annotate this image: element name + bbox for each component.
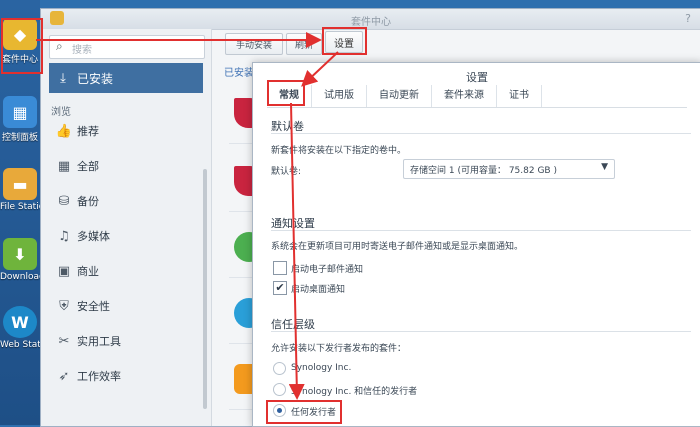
desktop-icon-label: File Station [0,202,50,212]
dialog-tabs: 常规 试用版 自动更新 套件来源 证书 [267,85,687,108]
control-panel-icon: ▦ [3,96,37,128]
sidebar-item-security[interactable]: ⛨ 安全性 [51,296,201,316]
tools-icon: ✂ [58,333,70,349]
default-volume-select[interactable]: 存储空间 1 (可用容量： 75.82 GB ) ▼ [403,159,615,179]
radio-label-synology-only: Synology Inc. [291,363,352,373]
download-icon: ⬇ [3,238,37,270]
desktop-icon-label: Download Station [0,272,80,282]
sidebar-item-recommended[interactable]: 👍 推荐 [51,121,201,141]
dialog-title: 设置 [466,71,488,84]
email-notification-checkbox[interactable] [273,261,287,275]
grid-icon: ▦ [57,158,71,174]
default-volume-value: 存储空间 1 (可用容量： 75.82 GB ) [410,166,557,176]
sidebar-item-label: 商业 [77,265,99,278]
desktop-icon-file-station[interactable]: ▬ File Station [0,168,50,212]
window-title: 套件中心 [351,17,391,28]
notification-desc: 系统会在更新项目可用时寄送电子邮件通知或是显示桌面通知。 [271,242,524,252]
email-notification-label: 启动电子邮件通知 [291,265,364,275]
globe-icon: W [3,306,37,338]
sidebar-item-label: 全部 [77,160,99,173]
highlight-general-tab [267,80,305,106]
highlight-settings-button [322,27,367,55]
desktop-icon-download-station[interactable]: ⬇ Download Station [0,238,80,282]
settings-dialog: 设置 常规 试用版 自动更新 套件来源 证书 默认卷 新套件将安装在以下指定的卷… [252,62,700,427]
sidebar-item-label: 实用工具 [77,335,121,348]
sidebar-item-utilities[interactable]: ✂ 实用工具 [51,331,201,351]
thumbs-up-icon: 👍 [55,123,73,139]
sidebar-item-business[interactable]: ▣ 商业 [51,261,201,281]
download-icon: ⤓ [60,70,66,86]
radio-synology-only[interactable] [273,362,286,375]
window-titlebar[interactable]: 套件中心 ? [41,9,700,30]
sidebar-item-productivity[interactable]: ➶ 工作效率 [51,366,201,386]
search-placeholder: 搜索 [72,45,92,56]
sidebar-scrollbar[interactable] [203,169,207,409]
tab-trial[interactable]: 试用版 [312,85,367,107]
help-icon[interactable]: ? [685,12,691,25]
desktop-notification-checkbox[interactable]: ✔ [273,281,287,295]
divider [271,331,691,332]
manual-install-button[interactable]: 手动安装 [225,33,283,55]
search-icon: ⌕ [56,39,63,53]
highlight-package-center [1,18,43,74]
radio-synology-trusted[interactable] [273,383,286,396]
shield-icon: ⛨ [59,298,69,314]
refresh-button[interactable]: 刷新 [286,33,322,55]
desktop-notification-label: 启动桌面通知 [291,285,346,295]
sidebar-item-label: 推荐 [77,125,99,138]
search-input[interactable]: ⌕ 搜索 [49,35,205,59]
section-title-trust-level: 信任层级 [271,318,315,331]
desktop-icon-web-station[interactable]: W Web Station [0,306,55,350]
divider [271,230,691,231]
highlight-any-publisher [266,400,342,424]
default-volume-label: 默认卷: [271,167,302,177]
sidebar-item-label: 已安装 [77,71,114,86]
desktop-icon-label: Web Station [0,340,55,350]
folder-icon: ▬ [3,168,37,200]
backup-icon: ⛁ [58,193,70,209]
radio-label-synology-trusted: Synology Inc. 和信任的发行者 [291,387,418,397]
sidebar-item-label: 安全性 [77,300,110,313]
section-title-default-volume: 默认卷 [271,120,304,133]
sidebar-item-label: 备份 [77,195,99,208]
sidebar-item-backup[interactable]: ⛁ 备份 [51,191,201,211]
rocket-icon: ➶ [58,368,70,384]
media-icon: ♫ [58,228,70,244]
briefcase-icon: ▣ [57,263,71,279]
tab-auto-update[interactable]: 自动更新 [367,85,432,107]
trust-desc: 允许安装以下发行者发布的套件： [271,344,407,354]
browse-header: 浏览 [51,107,71,118]
sidebar-item-multimedia[interactable]: ♫ 多媒体 [51,226,201,246]
sidebar-item-all[interactable]: ▦ 全部 [51,156,201,176]
section-title-notification: 通知设置 [271,217,315,230]
sidebar-item-label: 工作效率 [77,370,121,383]
default-volume-desc: 新套件将安装在以下指定的卷中。 [271,146,407,156]
tab-package-sources[interactable]: 套件来源 [432,85,497,107]
desktop-icon-control-panel[interactable]: ▦ 控制面板 [0,96,40,143]
divider [271,133,691,134]
tab-certificate[interactable]: 证书 [497,85,542,107]
sidebar-item-label: 多媒体 [77,230,110,243]
sidebar-item-installed[interactable]: ⤓ 已安装 [49,63,203,93]
desktop-icon-label: 控制面板 [1,133,38,143]
chevron-down-icon: ▼ [601,162,608,172]
sidebar: ⌕ 搜索 ⤓ 已安装 浏览 👍 推荐 ▦ 全部 ⛁ 备份 ♫ 多媒体 ▣ 商业 [41,29,212,426]
